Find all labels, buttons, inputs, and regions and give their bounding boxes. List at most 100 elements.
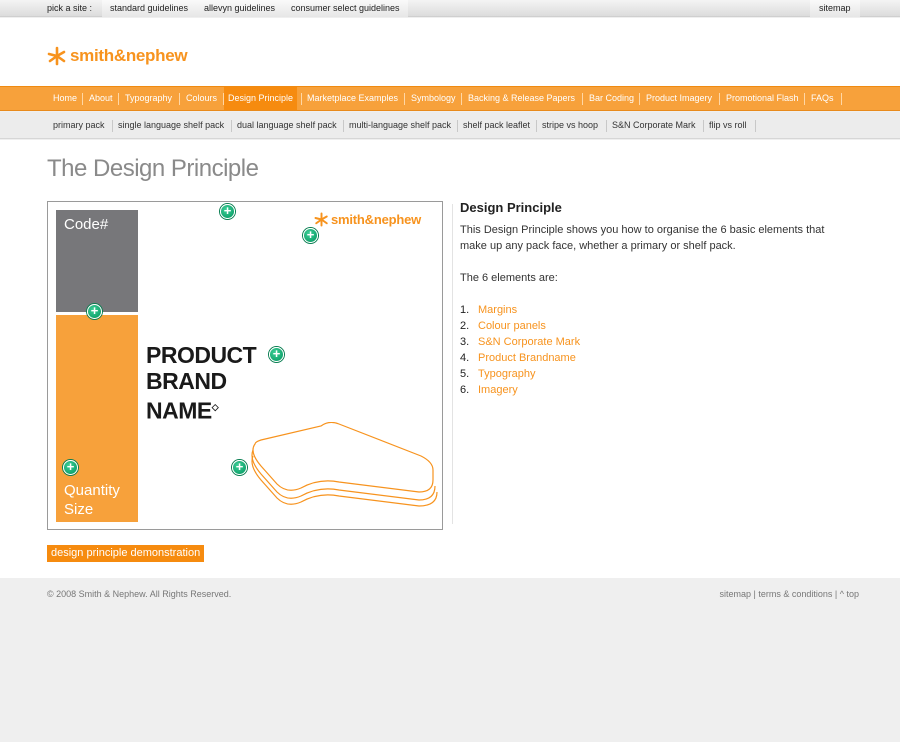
nav-separator <box>301 93 302 105</box>
subnav-separator <box>606 120 607 132</box>
nav-faqs[interactable]: FAQs <box>807 87 838 110</box>
imagery-plus-icon[interactable]: + <box>232 460 247 475</box>
footer-sitemap-link[interactable]: sitemap <box>720 589 752 599</box>
code-panel: Code# <box>56 210 138 312</box>
product-brand-name: PRODUCT BRAND NAME◇ <box>146 342 276 424</box>
element-link-typography[interactable]: Typography <box>478 368 535 380</box>
nav-separator <box>841 93 842 105</box>
nav-product-imagery[interactable]: Product Imagery <box>642 87 716 110</box>
subnav-flip-vs-roll[interactable]: flip vs roll <box>709 112 747 139</box>
site-tab-consumer-select[interactable]: consumer select guidelines <box>283 0 408 17</box>
brand-line-2: BRAND <box>146 368 227 394</box>
element-link-imagery[interactable]: Imagery <box>478 384 518 396</box>
list-item: 4. Product Brandname <box>460 350 840 366</box>
footer-links: sitemap | terms & conditions | ^ top <box>720 589 859 599</box>
corporate-mark-plus-icon[interactable]: + <box>303 228 318 243</box>
description-intro: This Design Principle shows you how to o… <box>460 224 825 252</box>
brand-line-3-wrap: NAME◇ <box>146 394 276 424</box>
nav-separator <box>719 93 720 105</box>
demonstration-button[interactable]: design principle demonstration <box>47 545 205 562</box>
site-tab-allevyn[interactable]: allevyn guidelines <box>196 0 284 17</box>
subnav-single-language-shelf-pack[interactable]: single language shelf pack <box>118 112 224 139</box>
brandname-plus-icon[interactable]: + <box>269 347 284 362</box>
list-number: 6. <box>460 384 470 396</box>
list-item: 3. S&N Corporate Mark <box>460 334 840 350</box>
list-number: 2. <box>460 320 470 332</box>
site-selector-bar: pick a site : standard guidelines allevy… <box>0 0 900 17</box>
subnav-stripe-vs-hoop[interactable]: stripe vs hoop <box>542 112 598 139</box>
quantity-size-label: Quantity Size <box>64 482 120 518</box>
starburst-icon <box>314 212 328 227</box>
list-number: 4. <box>460 352 470 364</box>
nav-backing-release-papers[interactable]: Backing & Release Papers <box>464 87 579 110</box>
margins-plus-icon[interactable]: + <box>220 204 235 219</box>
subnav-separator <box>703 120 704 132</box>
brand-line-1: PRODUCT <box>146 342 257 368</box>
pack-imagery <box>251 422 438 507</box>
site-tab-standard[interactable]: standard guidelines <box>102 0 197 17</box>
nav-bar-coding[interactable]: Bar Coding <box>585 87 638 110</box>
pick-site-label: pick a site : <box>47 3 93 13</box>
nav-typography[interactable]: Typography <box>121 87 176 110</box>
list-number: 5. <box>460 368 470 380</box>
elements-intro: The 6 elements are: <box>460 272 558 284</box>
diamond-mark: ◇ <box>211 402 219 412</box>
description-heading: Design Principle <box>460 200 562 215</box>
footer: © 2008 Smith & Nephew. All Rights Reserv… <box>0 578 900 742</box>
nav-promotional-flash[interactable]: Promotional Flash <box>722 87 803 110</box>
brand-logo[interactable]: smith&nephew <box>47 46 188 66</box>
subnav-primary-pack[interactable]: primary pack <box>53 112 105 139</box>
brand-line-3: NAME <box>146 397 212 424</box>
main-nav: Home About Typography Colours Design Pri… <box>0 86 900 111</box>
list-item: 5. Typography <box>460 366 840 382</box>
footer-terms-link[interactable]: terms & conditions <box>758 589 832 599</box>
subnav-shelf-pack-leaflet[interactable]: shelf pack leaflet <box>463 112 530 139</box>
subnav-separator <box>112 120 113 132</box>
nav-home[interactable]: Home <box>49 87 81 110</box>
nav-separator <box>639 93 640 105</box>
colour-panels-plus-icon[interactable]: + <box>87 304 102 319</box>
main-content: The Design Principle Code# Quantity Size… <box>0 140 900 578</box>
list-item: 1. Margins <box>460 302 840 318</box>
elements-list: 1. Margins 2. Colour panels 3. S&N Corporat… <box>460 302 840 398</box>
footer-separator: | <box>832 589 840 599</box>
subnav-dual-language-shelf-pack[interactable]: dual language shelf pack <box>237 112 337 139</box>
subnav-sn-corporate-mark[interactable]: S&N Corporate Mark <box>612 112 696 139</box>
element-link-corporate-mark[interactable]: S&N Corporate Mark <box>478 336 580 348</box>
element-link-product-brandname[interactable]: Product Brandname <box>478 352 576 364</box>
header: smith&nephew <box>0 18 900 86</box>
subnav-separator <box>755 120 756 132</box>
subnav-separator <box>536 120 537 132</box>
element-link-colour-panels[interactable]: Colour panels <box>478 320 546 332</box>
sitemap-link-top[interactable]: sitemap <box>810 0 860 17</box>
subnav-separator <box>231 120 232 132</box>
subnav-separator <box>343 120 344 132</box>
nav-separator <box>179 93 180 105</box>
subnav-separator <box>457 120 458 132</box>
column-divider <box>452 204 453 524</box>
quantity-panel: Quantity Size <box>56 315 138 522</box>
element-link-margins[interactable]: Margins <box>478 304 517 316</box>
nav-design-principle[interactable]: Design Principle <box>224 87 298 110</box>
nav-separator <box>804 93 805 105</box>
code-label: Code# <box>64 216 109 233</box>
list-number: 3. <box>460 336 470 348</box>
subnav-multi-language-shelf-pack[interactable]: multi-language shelf pack <box>349 112 451 139</box>
typography-plus-icon[interactable]: + <box>63 460 78 475</box>
page-title: The Design Principle <box>47 155 259 182</box>
nav-marketplace-examples[interactable]: Marketplace Examples <box>303 87 402 110</box>
list-item: 2. Colour panels <box>460 318 840 334</box>
nav-separator <box>404 93 405 105</box>
description-panel: Design Principle This Design Principle s… <box>460 200 840 398</box>
diagram-corporate-mark: smith&nephew <box>314 212 421 227</box>
nav-separator <box>461 93 462 105</box>
nav-about[interactable]: About <box>85 87 117 110</box>
starburst-icon <box>47 46 66 66</box>
design-principle-diagram: Code# Quantity Size PRODUCT BRAND NAME◇ <box>47 201 443 530</box>
nav-colours[interactable]: Colours <box>182 87 221 110</box>
nav-symbology[interactable]: Symbology <box>407 87 460 110</box>
footer-top-link[interactable]: ^ top <box>840 589 859 599</box>
diagram-logo-text: smith&nephew <box>331 212 422 227</box>
brand-name: smith&nephew <box>70 46 188 65</box>
copyright-text: © 2008 Smith & Nephew. All Rights Reserv… <box>47 589 232 599</box>
